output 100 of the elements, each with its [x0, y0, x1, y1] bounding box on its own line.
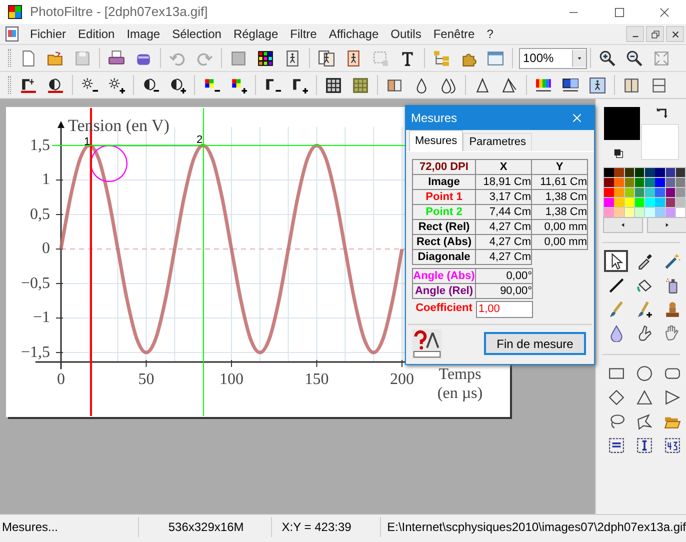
color-swatch[interactable] — [676, 208, 686, 217]
tree-icon[interactable] — [433, 50, 450, 66]
color-swatch[interactable] — [634, 188, 644, 197]
figure-copy-icon[interactable] — [318, 50, 335, 66]
color-swatch[interactable] — [604, 168, 614, 177]
color-swatch[interactable] — [624, 188, 634, 197]
color-swatch[interactable] — [624, 208, 634, 217]
color-swatch[interactable] — [676, 188, 686, 197]
tab[interactable]: Mesures — [409, 130, 464, 151]
reset-colors-icon[interactable] — [613, 148, 624, 159]
contrast-auto-icon[interactable] — [47, 76, 64, 94]
color-swatch[interactable] — [655, 208, 665, 217]
framed-picture-icon[interactable] — [589, 76, 606, 94]
gradient-icon[interactable] — [562, 76, 579, 94]
foreground-color-swatch[interactable] — [604, 107, 640, 140]
color-swatch[interactable] — [604, 188, 614, 197]
menu-item[interactable]: Affichage — [322, 25, 385, 43]
color-swatch[interactable] — [676, 178, 686, 187]
menu-item[interactable]: ? — [480, 25, 500, 43]
color-swatch[interactable] — [634, 168, 644, 177]
color-swatch[interactable] — [624, 178, 634, 187]
folder-icon[interactable] — [47, 50, 64, 66]
mdi-restore-icon[interactable] — [650, 28, 660, 40]
contrast-minus-icon[interactable] — [142, 76, 159, 94]
gamma-auto-icon[interactable] — [20, 76, 37, 94]
color-swatch[interactable] — [666, 188, 675, 197]
color-swatch[interactable] — [624, 198, 634, 207]
dark-grid-icon[interactable] — [325, 76, 342, 94]
zoom-out-icon[interactable] — [626, 50, 643, 66]
color-swatch[interactable] — [645, 208, 654, 217]
panel-icon[interactable] — [386, 76, 403, 94]
color-swatch[interactable] — [676, 168, 686, 177]
color-swatch[interactable] — [604, 178, 614, 187]
brightness-plus-icon[interactable] — [108, 76, 125, 94]
color-swatch[interactable] — [645, 188, 654, 197]
color-swatch[interactable] — [645, 178, 654, 187]
color-swatch[interactable] — [604, 208, 614, 217]
brightness-minus-icon[interactable] — [81, 76, 98, 94]
color-plus-icon[interactable] — [230, 76, 247, 94]
printer-icon[interactable] — [108, 50, 125, 66]
end-measure-button[interactable]: Fin de mesure — [484, 332, 586, 355]
document-menu-icon[interactable] — [4, 26, 20, 42]
blank-square-icon[interactable] — [230, 50, 247, 66]
color-grid-icon[interactable] — [257, 50, 274, 66]
color-swatch[interactable] — [614, 178, 624, 187]
zoom-combo-box[interactable]: 100% — [519, 48, 587, 68]
color-swatch[interactable] — [634, 178, 644, 187]
window-icon[interactable] — [487, 50, 504, 66]
color-swatch[interactable] — [645, 168, 654, 177]
maximize-icon[interactable] — [614, 6, 624, 18]
menu-item[interactable]: Fenêtre — [427, 25, 481, 43]
tab[interactable]: Parametres — [463, 133, 532, 151]
color-swatch[interactable] — [645, 198, 654, 207]
menu-item[interactable]: Outils — [384, 25, 428, 43]
text-tool-icon[interactable] — [399, 50, 416, 66]
olive-grid-icon[interactable] — [352, 76, 369, 94]
color-swatch[interactable] — [655, 198, 665, 207]
color-swatch[interactable] — [655, 168, 665, 177]
color-swatch[interactable] — [614, 198, 624, 207]
help-compass-icon[interactable] — [412, 328, 442, 358]
color-swatch[interactable] — [666, 208, 675, 217]
color-swatch[interactable] — [655, 188, 665, 197]
background-color-swatch[interactable] — [641, 124, 679, 160]
close-icon[interactable] — [658, 6, 670, 18]
document-icon[interactable] — [20, 50, 37, 66]
color-minus-icon[interactable] — [203, 76, 220, 94]
figure-frame-icon[interactable] — [284, 50, 301, 66]
color-swatch[interactable] — [676, 198, 686, 207]
coefficient-field[interactable]: 1,00 — [476, 300, 532, 318]
menu-item[interactable]: Sélection — [166, 25, 228, 43]
color-swatch[interactable] — [624, 168, 634, 177]
menu-item[interactable]: Réglage — [227, 25, 284, 43]
tool-button[interactable] — [604, 250, 628, 272]
gamma-minus-icon[interactable] — [264, 76, 281, 94]
menu-item[interactable]: Filtre — [284, 25, 323, 43]
menu-item[interactable]: Edition — [72, 25, 121, 43]
drops-icon[interactable] — [440, 76, 457, 94]
color-swatch[interactable] — [655, 178, 665, 187]
contrast-plus-icon[interactable] — [169, 76, 186, 94]
figure-document-icon[interactable] — [345, 50, 362, 66]
menu-item[interactable]: Image — [120, 25, 166, 43]
color-swatch[interactable] — [666, 168, 675, 177]
color-swatch[interactable] — [614, 168, 624, 177]
book-icon[interactable] — [623, 76, 640, 94]
color-swatch[interactable] — [634, 208, 644, 217]
double-triangle-icon[interactable] — [501, 76, 518, 94]
color-swatch[interactable] — [614, 188, 624, 197]
gamma-plus-icon[interactable] — [291, 76, 308, 94]
rainbow-icon[interactable] — [535, 76, 552, 94]
mdi-close-icon[interactable] — [670, 28, 680, 40]
triangle-icon[interactable] — [474, 76, 491, 94]
color-swatch[interactable] — [634, 198, 644, 207]
color-swatch[interactable] — [666, 198, 675, 207]
zoom-in-icon[interactable] — [599, 50, 616, 66]
color-swatch[interactable] — [666, 178, 675, 187]
swap-arrows-icon[interactable] — [656, 106, 670, 120]
color-swatch[interactable] — [604, 198, 614, 207]
document-split-icon[interactable] — [650, 76, 667, 94]
menu-item[interactable]: Fichier — [24, 25, 72, 43]
color-swatch[interactable] — [614, 208, 624, 217]
